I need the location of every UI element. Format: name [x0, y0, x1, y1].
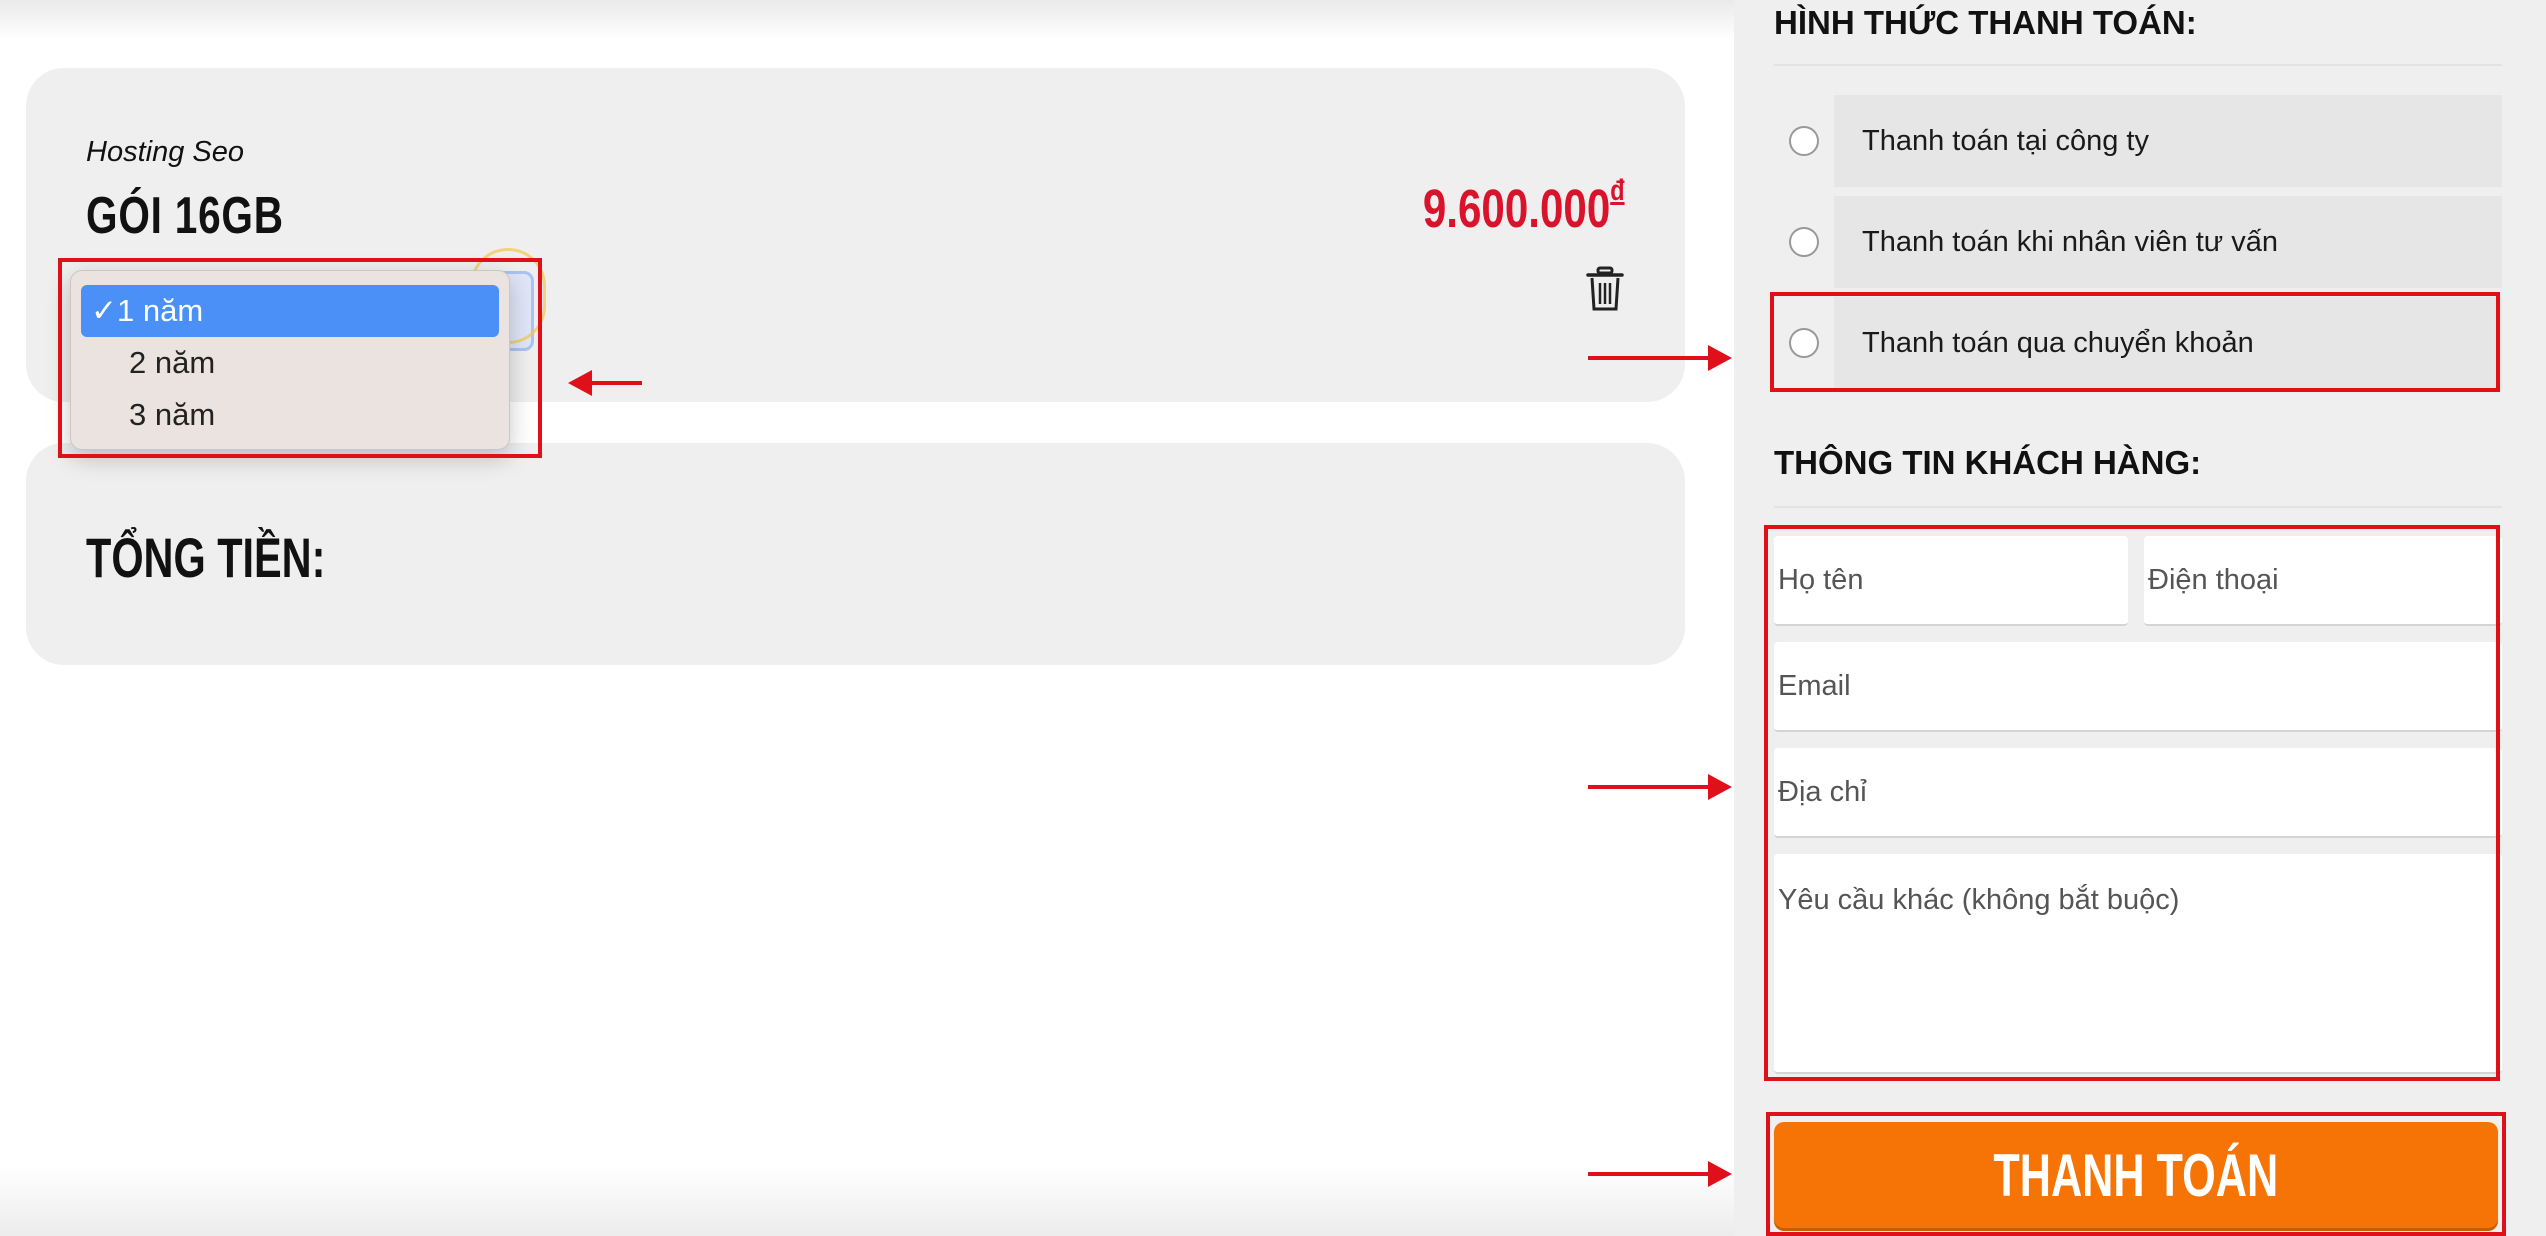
option-label: Thanh toán khi nhân viên tư vấn: [1862, 226, 2279, 258]
product-price: 9.600.000đ: [1423, 174, 1625, 240]
total-label: TỔNG TIỀN:: [86, 526, 326, 589]
divider: [1774, 64, 2502, 66]
arrow-right-icon: [1588, 345, 1732, 371]
option-label: Thanh toán tại công ty: [1862, 125, 2149, 157]
radio-button[interactable]: [1789, 227, 1819, 257]
total-card: TỔNG TIỀN:: [26, 443, 1685, 665]
arrow-left-icon: [568, 370, 642, 396]
package-name: GÓI 16GB: [86, 187, 284, 245]
divider: [1774, 506, 2502, 508]
highlight-duration-select: [58, 258, 542, 458]
product-subtitle: Hosting Seo: [86, 136, 244, 168]
arrow-right-icon: [1588, 1161, 1732, 1187]
payment-option-consultant[interactable]: Thanh toán khi nhân viên tư vấn: [1774, 196, 2502, 288]
highlight-checkout-button: [1766, 1112, 2506, 1236]
price-value: 9.600.000: [1423, 179, 1611, 239]
currency-symbol: đ: [1610, 174, 1625, 207]
bottom-shadow: [0, 1166, 1734, 1236]
radio-button[interactable]: [1789, 126, 1819, 156]
highlight-customer-form: [1764, 525, 2500, 1081]
trash-icon[interactable]: [1585, 266, 1625, 312]
payment-option-company[interactable]: Thanh toán tại công ty: [1774, 95, 2502, 187]
payment-method-title: HÌNH THỨC THANH TOÁN:: [1774, 4, 2197, 41]
top-shadow: [0, 0, 1734, 40]
customer-info-title: THÔNG TIN KHÁCH HÀNG:: [1774, 444, 2202, 481]
arrow-right-icon: [1588, 774, 1732, 800]
highlight-payment-transfer: [1770, 292, 2500, 392]
